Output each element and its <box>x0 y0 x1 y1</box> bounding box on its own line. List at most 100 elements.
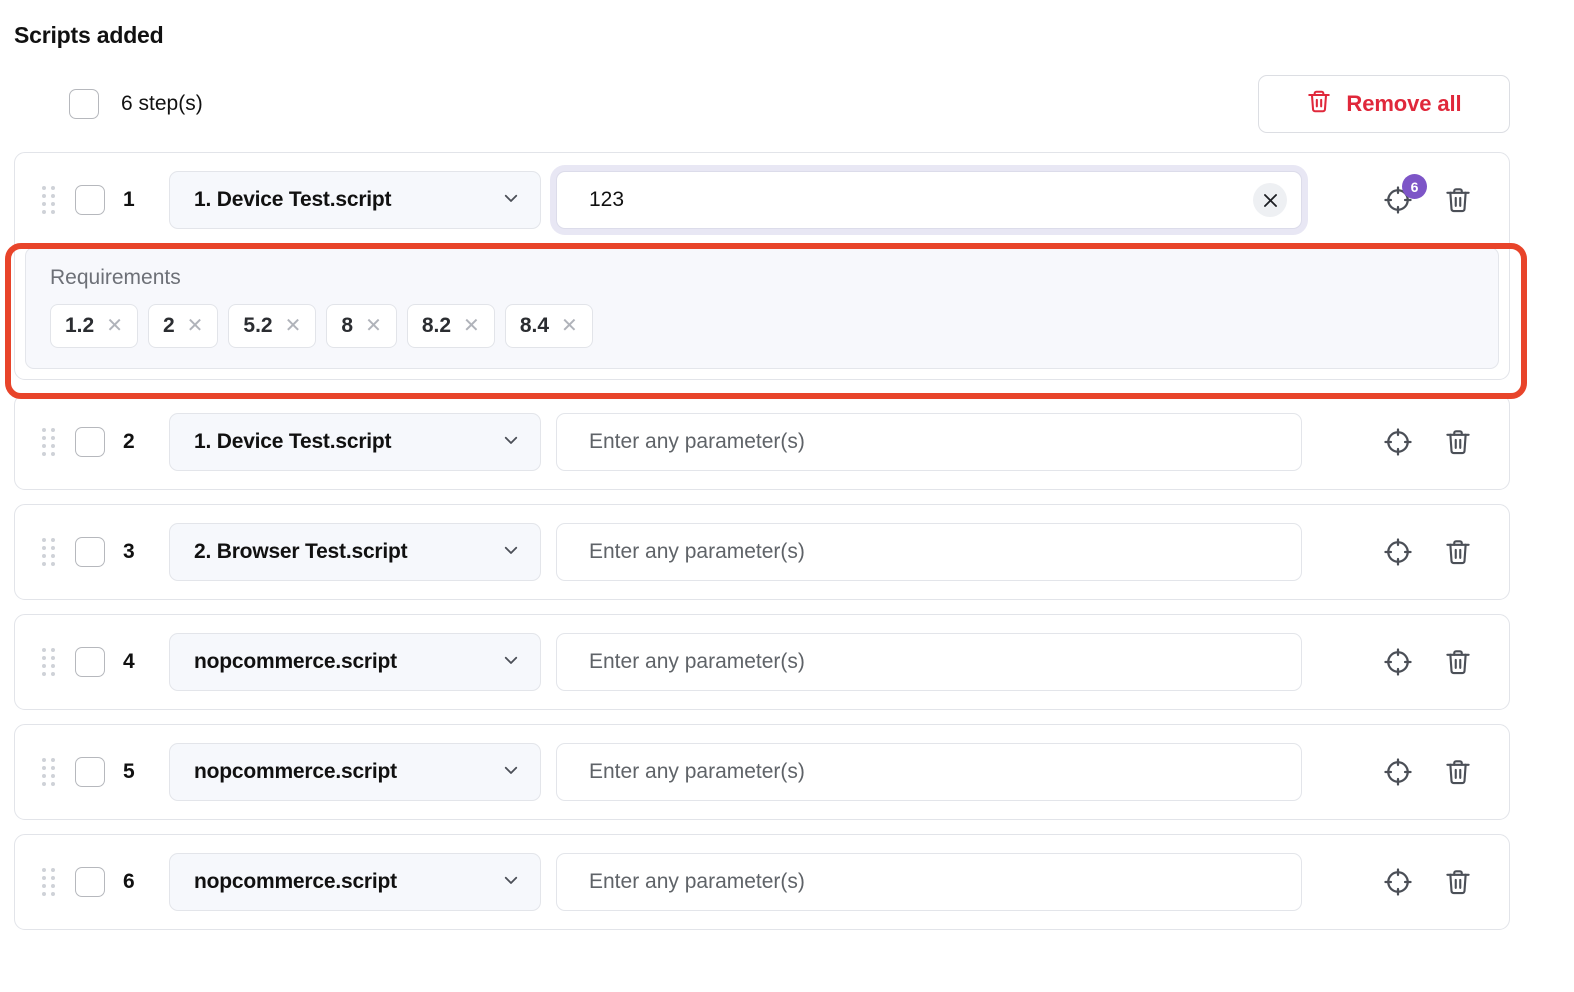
parameter-input[interactable]: 123 <box>556 171 1302 229</box>
step-select-checkbox[interactable] <box>75 867 105 897</box>
row-actions: 6 <box>1381 174 1475 217</box>
drag-handle-icon[interactable] <box>41 755 55 789</box>
requirement-tag[interactable]: 1.2 ✕ <box>50 304 138 348</box>
delete-step-button[interactable] <box>1441 645 1475 679</box>
row-actions <box>1381 755 1475 789</box>
delete-step-button[interactable] <box>1441 535 1475 569</box>
chevron-down-icon <box>492 871 520 894</box>
step-card: 1 1. Device Test.script 123 6 Requirements 1.… <box>14 152 1510 380</box>
requirement-tag[interactable]: 2 ✕ <box>147 304 219 348</box>
script-select-value: 1. Device Test.script <box>194 430 392 453</box>
step-count-label: 6 step(s) <box>121 92 203 115</box>
parameter-wrapper: Enter any parameter(s) <box>556 846 1351 918</box>
parameter-wrapper: Enter any parameter(s) <box>556 516 1351 588</box>
chevron-down-icon <box>492 651 520 674</box>
step-row: 2 1. Device Test.script Enter any paramete… <box>15 395 1509 489</box>
requirement-tag-value: 8.4 <box>519 314 550 337</box>
row-actions <box>1381 535 1475 569</box>
step-index-label: 1 <box>123 188 135 211</box>
parameter-placeholder: Enter any parameter(s) <box>589 540 805 563</box>
steps-list: 1 1. Device Test.script 123 6 Requirements 1.… <box>14 152 1510 944</box>
requirement-tag-remove-icon[interactable]: ✕ <box>285 316 302 336</box>
requirements-tag-list: 1.2 ✕ 2 ✕ 5.2 ✕ 8 ✕ 8.2 ✕ 8.4 ✕ <box>50 304 1474 348</box>
step-row: 3 2. Browser Test.script Enter any paramet… <box>15 505 1509 599</box>
step-index-label: 4 <box>123 650 135 673</box>
crosshair-target-button[interactable] <box>1381 865 1415 899</box>
row-actions <box>1381 425 1475 459</box>
delete-step-button[interactable] <box>1441 183 1475 217</box>
requirement-tag[interactable]: 8 ✕ <box>326 304 397 348</box>
script-select[interactable]: nopcommerce.script <box>169 853 541 911</box>
parameter-wrapper: Enter any parameter(s) <box>556 736 1351 808</box>
step-row: 4 nopcommerce.script Enter any parameter(s… <box>15 615 1509 709</box>
script-select-value: 1. Device Test.script <box>194 188 392 211</box>
requirement-tag[interactable]: 5.2 ✕ <box>228 304 317 348</box>
requirements-panel: Requirements 1.2 ✕ 2 ✕ 5.2 ✕ 8 ✕ 8.2 ✕ 8.4 ✕ <box>25 247 1499 369</box>
page-title: Scripts added <box>14 22 164 48</box>
script-select[interactable]: nopcommerce.script <box>169 633 541 691</box>
script-select[interactable]: 1. Device Test.script <box>169 171 541 229</box>
requirement-tag-remove-icon[interactable]: ✕ <box>187 316 204 336</box>
drag-handle-icon[interactable] <box>41 865 55 899</box>
step-select-checkbox[interactable] <box>75 537 105 567</box>
drag-handle-icon[interactable] <box>41 425 55 459</box>
clear-parameter-button[interactable] <box>1253 183 1287 217</box>
requirement-tag-value: 8.2 <box>421 314 452 337</box>
step-select-checkbox[interactable] <box>75 427 105 457</box>
drag-handle-icon[interactable] <box>41 535 55 569</box>
delete-step-button[interactable] <box>1441 865 1475 899</box>
script-select[interactable]: 2. Browser Test.script <box>169 523 541 581</box>
list-header-bar: 6 step(s) Remove all <box>14 75 1510 133</box>
parameter-input[interactable]: Enter any parameter(s) <box>556 523 1302 581</box>
requirements-count-badge: 6 <box>1402 174 1427 199</box>
chevron-down-icon <box>492 431 520 454</box>
step-index-label: 3 <box>123 540 135 563</box>
parameter-input[interactable]: Enter any parameter(s) <box>556 633 1302 691</box>
script-select-value: 2. Browser Test.script <box>194 540 408 563</box>
drag-handle-icon[interactable] <box>41 183 55 217</box>
step-row: 5 nopcommerce.script Enter any parameter(s… <box>15 725 1509 819</box>
script-select[interactable]: nopcommerce.script <box>169 743 541 801</box>
requirement-tag[interactable]: 8.2 ✕ <box>406 304 495 348</box>
select-all-steps-checkbox[interactable] <box>69 89 99 119</box>
requirement-tag-value: 8 <box>341 314 354 337</box>
parameter-input[interactable]: Enter any parameter(s) <box>556 853 1302 911</box>
step-row: 6 nopcommerce.script Enter any parameter(s… <box>15 835 1509 929</box>
step-select-checkbox[interactable] <box>75 757 105 787</box>
crosshair-target-button[interactable] <box>1381 645 1415 679</box>
requirement-tag-remove-icon[interactable]: ✕ <box>106 316 123 336</box>
delete-step-button[interactable] <box>1441 425 1475 459</box>
chevron-down-icon <box>492 189 520 212</box>
requirement-tag[interactable]: 8.4 ✕ <box>504 304 593 348</box>
step-row: 1 1. Device Test.script 123 6 <box>15 153 1509 247</box>
step-card: 2 1. Device Test.script Enter any paramete… <box>14 394 1510 490</box>
parameter-placeholder: Enter any parameter(s) <box>589 870 805 893</box>
requirement-tag-remove-icon[interactable]: ✕ <box>561 316 578 336</box>
crosshair-target-button[interactable]: 6 <box>1381 174 1427 217</box>
row-actions <box>1381 645 1475 679</box>
requirement-tag-remove-icon[interactable]: ✕ <box>365 316 382 336</box>
crosshair-target-button[interactable] <box>1381 755 1415 789</box>
parameter-wrapper: Enter any parameter(s) <box>556 626 1351 698</box>
requirement-tag-value: 1.2 <box>65 314 95 337</box>
step-card: 6 nopcommerce.script Enter any parameter(s… <box>14 834 1510 930</box>
remove-all-button[interactable]: Remove all <box>1258 75 1510 133</box>
parameter-input[interactable]: Enter any parameter(s) <box>556 743 1302 801</box>
crosshair-target-button[interactable] <box>1381 535 1415 569</box>
script-select[interactable]: 1. Device Test.script <box>169 413 541 471</box>
requirements-label: Requirements <box>50 266 181 289</box>
requirement-tag-remove-icon[interactable]: ✕ <box>463 316 480 336</box>
script-select-value: nopcommerce.script <box>194 870 397 893</box>
parameter-placeholder: Enter any parameter(s) <box>589 760 805 783</box>
step-select-checkbox[interactable] <box>75 185 105 215</box>
requirement-tag-value: 5.2 <box>243 314 273 337</box>
parameter-placeholder: Enter any parameter(s) <box>589 650 805 673</box>
chevron-down-icon <box>492 541 520 564</box>
trash-icon <box>1306 88 1332 120</box>
parameter-input[interactable]: Enter any parameter(s) <box>556 413 1302 471</box>
crosshair-target-button[interactable] <box>1381 425 1415 459</box>
requirement-tag-value: 2 <box>162 314 175 337</box>
drag-handle-icon[interactable] <box>41 645 55 679</box>
delete-step-button[interactable] <box>1441 755 1475 789</box>
step-select-checkbox[interactable] <box>75 647 105 677</box>
